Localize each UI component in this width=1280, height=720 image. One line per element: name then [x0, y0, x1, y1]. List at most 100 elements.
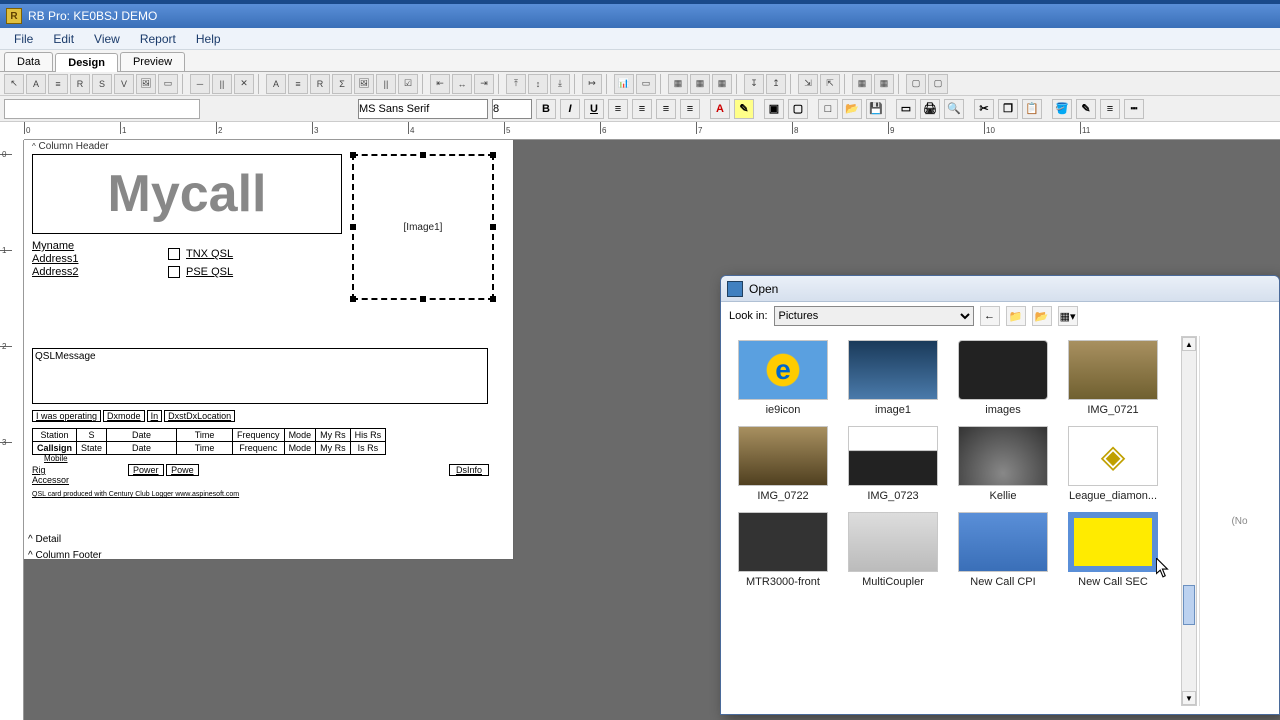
size1-icon[interactable]: ⇲ [798, 74, 818, 94]
power-label[interactable]: Power [128, 464, 164, 476]
band-column-header[interactable]: ^ Column Header [28, 140, 113, 153]
checkbox-tnx[interactable] [168, 248, 180, 260]
bold-button[interactable]: B [536, 99, 556, 119]
sysvar-icon[interactable]: S [92, 74, 112, 94]
paste-button[interactable]: 📋 [1022, 99, 1042, 119]
menu-edit[interactable]: Edit [43, 30, 84, 48]
mycall-label[interactable]: Mycall [32, 154, 342, 234]
new-folder-icon[interactable]: 📂 [1032, 306, 1052, 326]
dbrich-icon[interactable]: R [310, 74, 330, 94]
band-detail[interactable]: ^ Detail [28, 534, 61, 545]
shape-icon[interactable]: ▭ [158, 74, 178, 94]
new-button[interactable]: □ [818, 99, 838, 119]
pointer-icon[interactable]: ↖ [4, 74, 24, 94]
file-item[interactable]: eie9icon [735, 340, 831, 416]
file-item[interactable]: New Call CPI [955, 512, 1051, 588]
dsinfo-box[interactable]: DsInfo [449, 464, 489, 476]
font-color-button[interactable]: A [710, 99, 730, 119]
memo-icon[interactable]: ≡ [48, 74, 68, 94]
region-icon[interactable]: ▦ [668, 74, 688, 94]
align-justify-button[interactable]: ≡ [680, 99, 700, 119]
page-setup-button[interactable]: ▭ [896, 99, 916, 119]
fill-color-button[interactable]: 🪣 [1052, 99, 1072, 119]
file-item[interactable]: New Call SEC [1065, 512, 1161, 588]
object-name-field[interactable] [4, 99, 200, 119]
file-item[interactable]: ◈League_diamon... [1065, 426, 1161, 502]
op-label[interactable]: I was operating [32, 410, 101, 422]
dbcalc-icon[interactable]: Σ [332, 74, 352, 94]
line-style-button[interactable]: ┅ [1124, 99, 1144, 119]
save-button[interactable]: 💾 [866, 99, 886, 119]
chart-icon[interactable]: 📊 [614, 74, 634, 94]
cut-button[interactable]: ✂ [974, 99, 994, 119]
text-icon[interactable]: A [26, 74, 46, 94]
italic-button[interactable]: I [560, 99, 580, 119]
accessor-label[interactable]: Accessor [32, 475, 509, 485]
align-center-button[interactable]: ≡ [632, 99, 652, 119]
open-button[interactable]: 📂 [842, 99, 862, 119]
qso-table[interactable]: Station S Date Time Frequency Mode My Rs… [32, 428, 509, 463]
up-folder-icon[interactable]: 📁 [1006, 306, 1026, 326]
image-icon[interactable]: 🖼 [136, 74, 156, 94]
menu-report[interactable]: Report [130, 30, 186, 48]
file-scrollbar[interactable]: ▲ ▼ [1181, 336, 1197, 706]
nudge2-icon[interactable]: ↥ [766, 74, 786, 94]
file-item[interactable]: MultiCoupler [845, 512, 941, 588]
file-list[interactable]: eie9iconimage1imagesIMG_0721IMG_0722IMG_… [731, 336, 1181, 706]
op-in[interactable]: In [147, 410, 163, 422]
font-size-select[interactable] [492, 99, 532, 119]
back-icon[interactable]: ← [980, 306, 1000, 326]
line-width-button[interactable]: ≡ [1100, 99, 1120, 119]
preview-button[interactable]: 🔍 [944, 99, 964, 119]
dialog-title-bar[interactable]: Open [721, 276, 1279, 302]
tab-design[interactable]: Design [55, 53, 118, 72]
file-item[interactable]: image1 [845, 340, 941, 416]
underline-button[interactable]: U [584, 99, 604, 119]
align-top-icon[interactable]: ⤒ [506, 74, 526, 94]
lookin-select[interactable]: Pictures [774, 306, 974, 326]
align-vmid-icon[interactable]: ↕ [528, 74, 548, 94]
size2-icon[interactable]: ⇱ [820, 74, 840, 94]
qsl-message-box[interactable]: QSLMessage [32, 348, 488, 404]
grid2-icon[interactable]: ▦ [874, 74, 894, 94]
barcode-icon[interactable]: || [212, 74, 232, 94]
dbcheck-icon[interactable]: ☑ [398, 74, 418, 94]
tab-data[interactable]: Data [4, 52, 53, 71]
view-menu-icon[interactable]: ▦▾ [1058, 306, 1078, 326]
line-color-button[interactable]: ✎ [1076, 99, 1096, 119]
dbmemo-icon[interactable]: ≡ [288, 74, 308, 94]
tab-preview[interactable]: Preview [120, 52, 185, 71]
grid1-icon[interactable]: ▦ [852, 74, 872, 94]
band-column-footer[interactable]: ^ Column Footer [28, 550, 102, 561]
align-left-icon[interactable]: ⇤ [430, 74, 450, 94]
align-left-button[interactable]: ≡ [608, 99, 628, 119]
menu-view[interactable]: View [84, 30, 130, 48]
richtext-icon[interactable]: R [70, 74, 90, 94]
line-icon[interactable]: ─ [190, 74, 210, 94]
space-h-icon[interactable]: ↦ [582, 74, 602, 94]
file-item[interactable]: IMG_0721 [1065, 340, 1161, 416]
extra2-icon[interactable]: ▢ [928, 74, 948, 94]
print-button[interactable]: 🖨 [920, 99, 940, 119]
file-item[interactable]: IMG_0723 [845, 426, 941, 502]
op-dxmode[interactable]: Dxmode [103, 410, 145, 422]
font-select[interactable] [358, 99, 488, 119]
file-item[interactable]: Kellie [955, 426, 1051, 502]
var-icon[interactable]: V [114, 74, 134, 94]
file-item[interactable]: MTR3000-front [735, 512, 831, 588]
scroll-down-icon[interactable]: ▼ [1182, 691, 1196, 705]
nudge1-icon[interactable]: ↧ [744, 74, 764, 94]
menu-help[interactable]: Help [186, 30, 231, 48]
front-button[interactable]: ▣ [764, 99, 784, 119]
power-field[interactable]: Powe [166, 464, 199, 476]
extra1-icon[interactable]: ▢ [906, 74, 926, 94]
checkbox-pse[interactable] [168, 266, 180, 278]
rig-label[interactable]: Rig [32, 465, 46, 475]
cross-icon[interactable]: ✕ [234, 74, 254, 94]
sub1-icon[interactable]: ▦ [690, 74, 710, 94]
scroll-thumb[interactable] [1183, 585, 1195, 625]
sub2-icon[interactable]: ▦ [712, 74, 732, 94]
align-bottom-icon[interactable]: ⤓ [550, 74, 570, 94]
copy-button[interactable]: ❐ [998, 99, 1018, 119]
align-right-button[interactable]: ≡ [656, 99, 676, 119]
